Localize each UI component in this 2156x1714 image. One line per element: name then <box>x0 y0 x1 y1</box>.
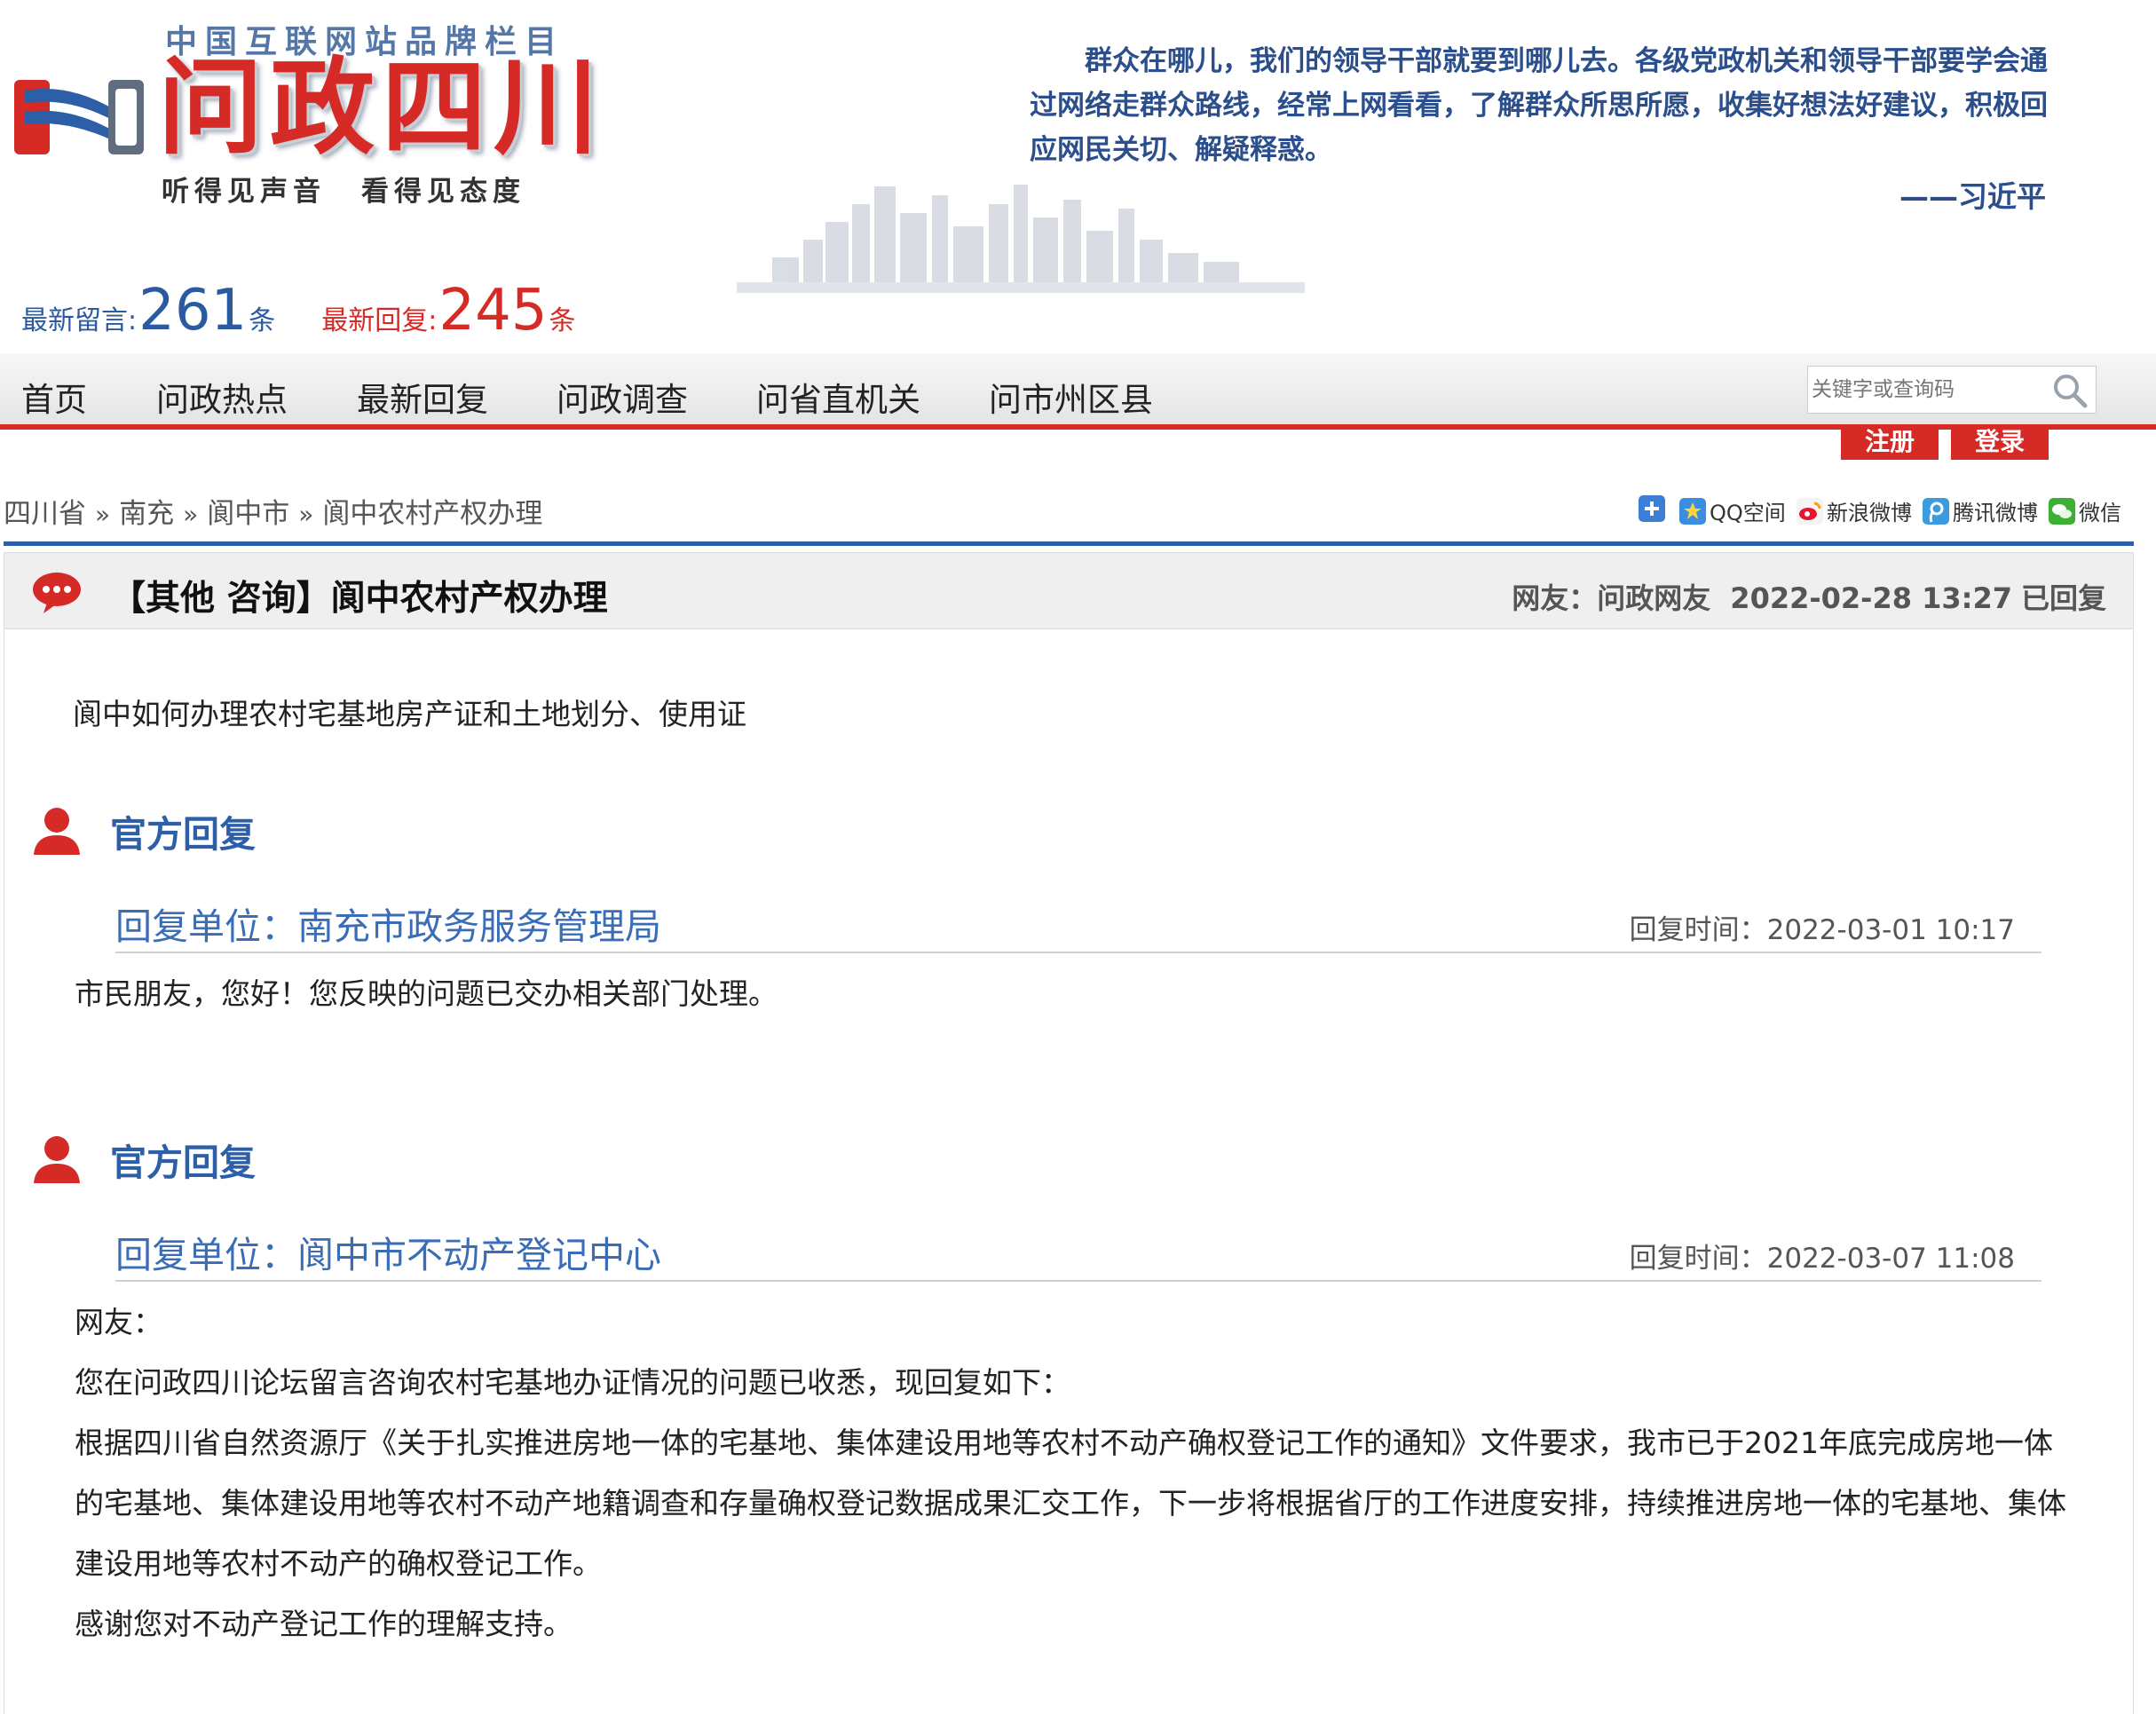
breadcrumb: 四川省 » 南充 » 阆中市 » 阆中农村产权办理 <box>4 491 542 531</box>
breadcrumb-current: 阆中农村产权办理 <box>322 498 543 530</box>
reply-heading-2: 官方回复 <box>32 1133 256 1186</box>
reply-time: 回复时间：2022-03-07 11:08 <box>1629 1243 2015 1275</box>
reply-unit-row-1: 回复单位：南充市政务服务管理局 回复时间：2022-03-01 10:17 <box>115 891 2041 953</box>
breadcrumb-separator: » <box>183 500 199 529</box>
reply-paragraph: 市民朋友，您好！您反映的问题已交办相关部门处理。 <box>75 976 778 1011</box>
person-icon <box>34 808 80 855</box>
brand-title[interactable]: 问政四川 <box>158 55 605 160</box>
post-datetime: 2022-02-28 13:27 <box>1730 581 2012 615</box>
search-icon[interactable] <box>2051 372 2089 409</box>
qzone-icon <box>1679 497 1706 525</box>
reply-heading-1: 官方回复 <box>32 804 256 857</box>
leader-quote: 群众在哪儿，我们的领导干部就要到哪儿去。各级党政机关和领导干部要学会通过网络走群… <box>1030 45 2048 166</box>
share-tencent[interactable]: 腾讯微博 <box>1923 495 2038 526</box>
question-text: 阆中如何办理农村宅基地房产证和土地划分、使用证 <box>73 697 746 731</box>
share-tencent-label: 腾讯微博 <box>1953 501 2038 525</box>
nav-item-provincial[interactable]: 问省直机关 <box>756 373 920 421</box>
breadcrumb-separator: » <box>298 500 314 529</box>
latest-replies-label: 最新回复: <box>321 305 438 336</box>
reply-paragraph: 网友： <box>75 1305 162 1339</box>
quote-author: ——习近平 <box>1899 179 2046 214</box>
latest-messages-label: 最新留言: <box>21 305 138 336</box>
nav-item-hot[interactable]: 问政热点 <box>156 373 288 421</box>
skyline-decoration <box>737 185 1305 293</box>
reply-title: 官方回复 <box>110 813 256 856</box>
post-meta: 网友：问政网友 2022-02-28 13:27 已回复 <box>1512 576 2106 617</box>
breadcrumb-separator: » <box>95 500 111 529</box>
breadcrumb-province[interactable]: 四川省 <box>4 498 86 530</box>
latest-replies-unit: 条 <box>549 305 576 336</box>
login-button[interactable]: 登录 <box>1951 424 2049 460</box>
reply-time: 回复时间：2022-03-01 10:17 <box>1629 914 2015 946</box>
reply-paragraph: 感谢您对不动产登记工作的理解支持。 <box>75 1607 573 1641</box>
share-qzone[interactable]: QQ空间 <box>1679 495 1786 526</box>
reply-title: 官方回复 <box>110 1141 256 1184</box>
tencent-weibo-icon <box>1923 497 1949 525</box>
share-wechat[interactable]: 微信 <box>2049 495 2121 526</box>
person-icon <box>34 1136 80 1183</box>
share-sina[interactable]: 新浪微博 <box>1797 495 1912 526</box>
latest-replies-count[interactable]: 245 <box>438 282 547 339</box>
breadcrumb-county[interactable]: 阆中市 <box>207 498 289 530</box>
share-qzone-label: QQ空间 <box>1710 501 1786 525</box>
nav-item-latest-replies[interactable]: 最新回复 <box>357 373 488 421</box>
reply-unit-row-2: 回复单位：阆中市不动产登记中心 回复时间：2022-03-07 11:08 <box>115 1220 2041 1282</box>
register-button[interactable]: 注册 <box>1841 424 1939 460</box>
post-title: 【其他 咨询】阆中农村产权办理 <box>111 579 608 619</box>
speech-bubble-icon <box>33 573 81 613</box>
share-wechat-label: 微信 <box>2079 501 2121 525</box>
reply-body-2: 网友： 您在问政四川论坛留言咨询农村宅基地办证情况的问题已收悉，现回复如下： 根… <box>75 1292 2072 1655</box>
nav-item-city-county[interactable]: 问市州区县 <box>989 373 1153 421</box>
breadcrumb-city[interactable]: 南充 <box>119 498 174 530</box>
site-header: 中国互联网站品牌栏目 问政四川 听得见声音 看得见态度 群众在哪儿，我们的领导干部… <box>0 0 2156 342</box>
share-sina-label: 新浪微博 <box>1827 501 1912 525</box>
stats-bar: 最新留言: 261 条 最新回复: 245 条 <box>21 282 576 339</box>
latest-messages-unit: 条 <box>249 305 276 336</box>
search-box <box>1807 366 2097 414</box>
share-more[interactable] <box>1639 495 1669 522</box>
main-nav: 首页 问政热点 最新回复 问政调查 问省直机关 问市州区县 <box>0 353 2156 430</box>
post-header: 【其他 咨询】阆中农村产权办理 网友：问政网友 2022-02-28 13:27 已… <box>4 553 2133 629</box>
logo-icon[interactable] <box>12 73 146 162</box>
reply-unit: 回复单位：南充市政务服务管理局 <box>115 905 661 948</box>
slogan-left: 听得见声音 <box>162 176 326 208</box>
wechat-icon <box>2049 497 2075 525</box>
slogan-right: 看得见态度 <box>361 176 525 208</box>
sina-weibo-icon <box>1797 497 1823 525</box>
reply-paragraph: 根据四川省自然资源厅《关于扎实推进房地一体的宅基地、集体建设用地等农村不动产确权… <box>75 1426 2066 1581</box>
reply-paragraph: 您在问政四川论坛留言咨询农村宅基地办证情况的问题已收悉，现回复如下： <box>75 1365 1070 1400</box>
latest-messages-count[interactable]: 261 <box>138 282 247 339</box>
brand-slogan: 听得见声音 看得见态度 <box>162 169 525 209</box>
nav-item-survey[interactable]: 问政调查 <box>557 373 688 421</box>
breadcrumb-divider <box>4 541 2134 546</box>
post-author: 网友：问政网友 <box>1512 581 1711 615</box>
reply-body-1: 市民朋友，您好！您反映的问题已交办相关部门处理。 <box>75 964 2072 1024</box>
search-input[interactable] <box>1808 367 2030 413</box>
nav-item-home[interactable]: 首页 <box>21 373 87 421</box>
post-status: 已回复 <box>2020 581 2106 615</box>
reply-unit: 回复单位：阆中市不动产登记中心 <box>115 1234 661 1276</box>
share-plus-icon[interactable] <box>1639 495 1665 522</box>
